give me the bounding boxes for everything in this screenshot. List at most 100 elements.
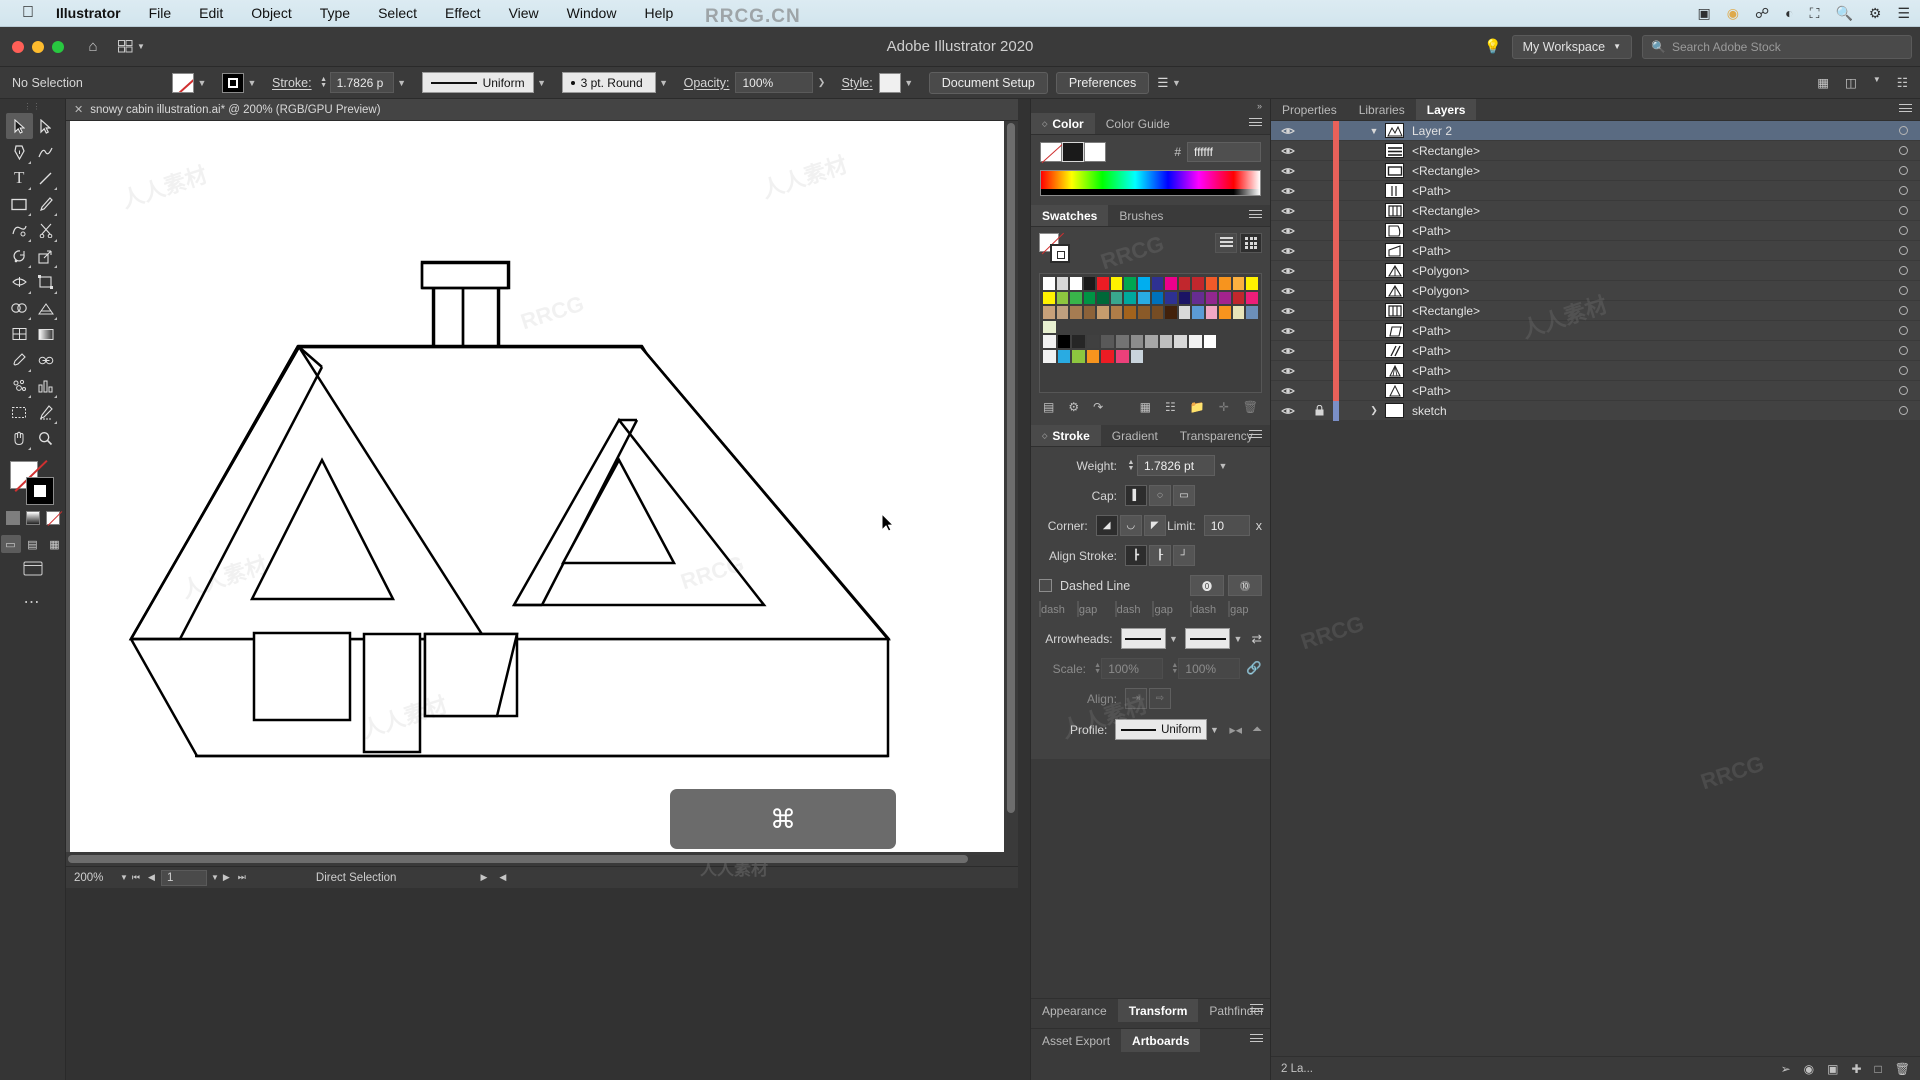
tab-gradient[interactable]: Gradient xyxy=(1100,425,1169,446)
fill-none-swatch[interactable] xyxy=(1040,142,1062,162)
object-row[interactable]: <Polygon> xyxy=(1271,260,1920,281)
draw-behind-mode[interactable]: ▤ xyxy=(23,535,43,553)
stroke-weight-dropdown-icon[interactable]: ▼ xyxy=(394,78,410,88)
arrange-panel-icon[interactable]: ▦ xyxy=(1817,75,1829,90)
swatch-cell[interactable] xyxy=(1164,290,1178,306)
menu-item-effect[interactable]: Effect xyxy=(445,5,481,21)
object-row[interactable]: <Path> xyxy=(1271,320,1920,341)
swatch-cell[interactable] xyxy=(1071,348,1086,364)
tab-appearance[interactable]: Appearance xyxy=(1031,999,1118,1022)
stroke-weight-input[interactable]: 1.7826 pt xyxy=(1137,455,1215,476)
object-row[interactable]: <Rectangle> xyxy=(1271,300,1920,321)
swatch-cell[interactable] xyxy=(1082,290,1097,306)
tab-layers[interactable]: Layers xyxy=(1415,99,1477,120)
swatch-cell[interactable] xyxy=(1100,348,1115,364)
menu-item-illustrator[interactable]: Illustrator xyxy=(56,5,121,21)
make-clipping-mask-icon[interactable]: ◉ xyxy=(1804,1062,1814,1076)
swatch-cell[interactable] xyxy=(1144,334,1159,349)
arrowhead-end-select[interactable] xyxy=(1185,628,1231,649)
layer-name[interactable]: <Path> xyxy=(1412,244,1886,258)
hand-tool[interactable] xyxy=(6,425,33,451)
color-spectrum-bar[interactable] xyxy=(1040,170,1261,196)
width-profile-select[interactable]: Uniform xyxy=(421,72,534,93)
swatch-cell[interactable] xyxy=(1204,290,1219,306)
column-graph-tool[interactable] xyxy=(33,373,60,399)
edit-toolbar-icon[interactable]: ⋯ xyxy=(0,592,65,612)
align-outside-button[interactable]: ┘ xyxy=(1173,545,1195,566)
swatch-cell[interactable] xyxy=(1164,276,1178,291)
arrowhead-start-select[interactable] xyxy=(1120,628,1166,649)
brush-definition-dropdown-icon[interactable]: ▼ xyxy=(656,78,672,88)
draw-normal-mode[interactable]: ▭ xyxy=(0,535,21,553)
panel-menu-icon[interactable] xyxy=(1249,210,1262,221)
visibility-toggle-icon[interactable] xyxy=(1271,186,1305,196)
zoom-level-input[interactable]: 200% xyxy=(66,872,120,884)
swatch-cell[interactable] xyxy=(1085,348,1101,364)
object-row[interactable]: <Path> xyxy=(1271,240,1920,261)
camera-icon[interactable]: ◉ xyxy=(1727,5,1739,22)
swatch-cell[interactable] xyxy=(1177,276,1192,291)
align-panel-icon[interactable]: ◫ xyxy=(1845,75,1857,90)
swatch-cell[interactable] xyxy=(1114,348,1130,364)
perspective-grid-tool[interactable] xyxy=(33,295,60,321)
stroke-weight-input[interactable]: 1.7826 p xyxy=(329,72,394,93)
tab-brushes[interactable]: Brushes xyxy=(1108,205,1175,226)
type-tool[interactable]: T xyxy=(6,165,33,191)
target-indicator-icon[interactable] xyxy=(1886,306,1920,315)
dash-preserve-exact-icon[interactable]: ⓿ xyxy=(1190,575,1224,596)
fill-color-swatch[interactable] xyxy=(172,72,194,93)
menu-item-edit[interactable]: Edit xyxy=(199,5,223,21)
swatch-cell[interactable] xyxy=(1071,334,1086,349)
dash-adjust-to-fit-icon[interactable]: ⓾ xyxy=(1228,575,1262,596)
swatch-cell[interactable] xyxy=(1069,276,1083,291)
line-segment-tool[interactable] xyxy=(33,165,60,191)
previous-page-icon[interactable]: ◀ xyxy=(148,872,155,883)
fill-stroke-indicator[interactable] xyxy=(9,461,56,505)
tab-libraries[interactable]: Libraries xyxy=(1347,99,1416,120)
flip-across-icon[interactable]: ⏶ xyxy=(1252,722,1262,737)
rectangle-tool[interactable] xyxy=(6,191,33,217)
bevel-join-button[interactable]: ◤ xyxy=(1143,515,1166,536)
menu-item-view[interactable]: View xyxy=(509,5,539,21)
target-indicator-icon[interactable] xyxy=(1886,226,1920,235)
stroke-swatch[interactable] xyxy=(1050,244,1070,263)
opacity-input[interactable]: 100% xyxy=(735,72,814,93)
width-profile-dropdown-icon[interactable]: ▼ xyxy=(534,78,550,88)
menu-icon[interactable]: ☰ xyxy=(1897,5,1910,22)
swatch-cell[interactable] xyxy=(1204,276,1219,291)
swatch-libraries-icon[interactable]: ▤ xyxy=(1043,400,1054,414)
brush-definition-select[interactable]: 3 pt. Round xyxy=(561,72,656,93)
object-row[interactable]: <Rectangle> xyxy=(1271,160,1920,181)
stroke-weight-label[interactable]: Stroke: xyxy=(272,76,312,90)
swatch-cell[interactable] xyxy=(1042,319,1057,335)
mesh-tool[interactable] xyxy=(6,321,33,347)
visibility-toggle-icon[interactable] xyxy=(1271,146,1305,156)
swatch-cell[interactable] xyxy=(1202,334,1218,349)
target-indicator-icon[interactable] xyxy=(1886,366,1920,375)
menu-item-select[interactable]: Select xyxy=(378,5,417,21)
apple-icon[interactable]:  xyxy=(22,5,34,21)
swatch-cell[interactable] xyxy=(1042,290,1056,306)
create-sublayer-icon[interactable]: ✚ xyxy=(1851,1062,1861,1076)
swatch-cell[interactable] xyxy=(1069,290,1083,306)
blend-tool[interactable] xyxy=(33,347,60,373)
canvas-vertical-scrollbar[interactable] xyxy=(1004,121,1018,866)
hex-input[interactable]: ffffff xyxy=(1187,142,1261,162)
panel-menu-icon[interactable] xyxy=(1250,1004,1263,1015)
delete-swatch-icon[interactable]: 🗑 xyxy=(1243,400,1258,414)
graphic-style-swatch[interactable] xyxy=(878,72,901,93)
object-row[interactable]: <Rectangle> xyxy=(1271,200,1920,221)
menu-item-help[interactable]: Help xyxy=(644,5,673,21)
swatch-cell[interactable] xyxy=(1055,305,1070,320)
opacity-label[interactable]: Opacity: xyxy=(684,76,730,90)
swatch-cell[interactable] xyxy=(1123,305,1137,320)
bluetooth-icon[interactable]: ☍ xyxy=(1755,5,1769,22)
target-indicator-icon[interactable] xyxy=(1886,406,1920,415)
target-indicator-icon[interactable] xyxy=(1886,286,1920,295)
profile-dropdown-icon[interactable]: ▼ xyxy=(1207,725,1221,735)
arrowhead-start-dropdown-icon[interactable]: ▼ xyxy=(1166,634,1181,644)
chevron-down-icon[interactable]: ▼ xyxy=(1873,75,1881,90)
home-icon[interactable]: ⌂ xyxy=(78,34,108,60)
swatch-cell[interactable] xyxy=(1055,290,1070,306)
swatch-cell[interactable] xyxy=(1150,276,1165,291)
